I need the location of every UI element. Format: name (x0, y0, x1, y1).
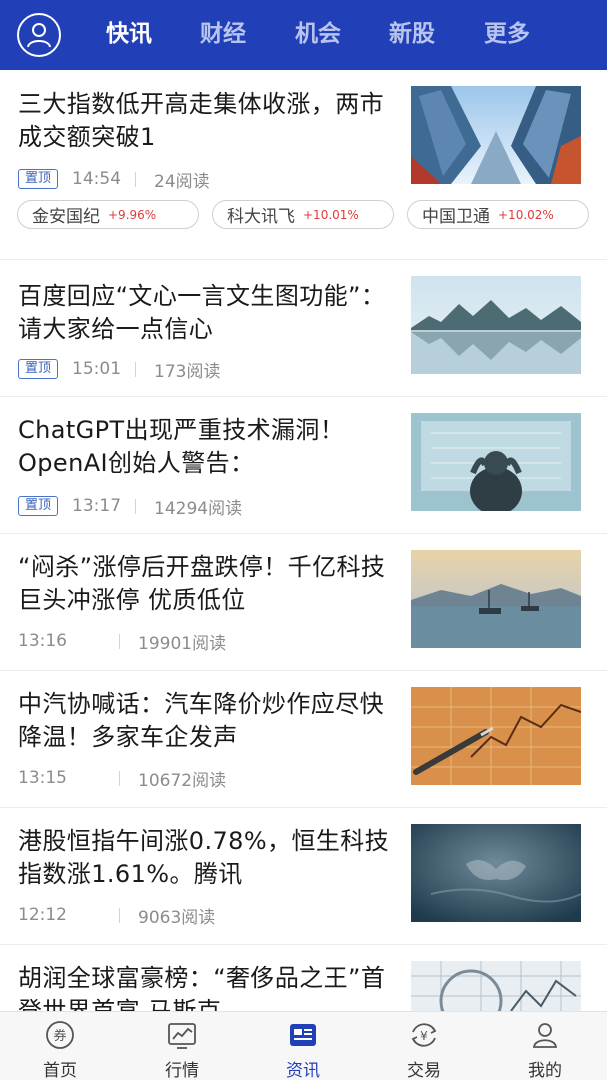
news-meta: 置顶 14:54 24阅读 (18, 168, 210, 192)
pinned-badge: 置顶 (18, 169, 59, 189)
stock-change: +10.02% (498, 207, 554, 222)
meta-divider (119, 907, 120, 923)
news-title[interactable]: 中汽协喊话：汽车降价炒作应尽快降温！多家车企发声 (18, 688, 394, 754)
news-icon (290, 1024, 316, 1046)
skyscrapers-image[interactable] (411, 86, 581, 184)
nav-home[interactable]: 券 首页 (20, 1012, 100, 1080)
tab-jihui[interactable]: 机会 (295, 19, 341, 49)
category-tabs: 快讯 财经 机会 新股 更多 (0, 0, 607, 70)
news-meta: 13:16 19901阅读 (18, 630, 227, 654)
news-title[interactable]: 港股恒指午间涨0.78%，恒生科技指数涨1.61%。腾讯 (18, 825, 394, 891)
nav-news[interactable]: 资讯 (263, 1012, 343, 1080)
news-meta: 13:15 10672阅读 (18, 767, 227, 791)
news-time: 15:01 (72, 359, 122, 379)
news-time: 13:16 (18, 631, 67, 651)
news-item[interactable]: 中汽协喊话：汽车降价炒作应尽快降温！多家车企发声 13:15 10672阅读 (0, 671, 607, 808)
news-time: 12:12 (18, 905, 67, 925)
stock-chip[interactable]: 中国卫通 +10.02% (407, 200, 589, 229)
bottom-nav: 券 首页 行情 资讯 ¥ 交易 我的 (0, 1011, 607, 1080)
nav-label: 首页 (43, 1061, 77, 1080)
news-title[interactable]: ChatGPT出现严重技术漏洞！OpenAI创始人警告： (18, 414, 394, 480)
stock-change: +10.01% (303, 207, 359, 222)
meta-divider (135, 498, 137, 514)
news-time: 13:15 (18, 768, 67, 788)
nav-label: 资讯 (286, 1061, 320, 1080)
news-item[interactable]: 百度回应“文心一言文生图功能”：请大家给一点信心 置顶 15:01 173阅读 (0, 260, 607, 397)
nav-market[interactable]: 行情 (142, 1012, 222, 1080)
news-feed[interactable]: 三大指数低开高走集体收涨，两市成交额突破1 置顶 14:54 24阅读 金安国纪… (0, 70, 607, 1011)
chart-icon (168, 1023, 196, 1049)
news-item[interactable]: 三大指数低开高走集体收涨，两市成交额突破1 置顶 14:54 24阅读 金安国纪… (0, 70, 607, 260)
user-icon (532, 1023, 558, 1048)
news-reads: 9063阅读 (138, 907, 216, 928)
svg-text:券: 券 (53, 1028, 66, 1044)
man-screen-image[interactable] (411, 413, 581, 511)
tab-xingu[interactable]: 新股 (389, 19, 435, 49)
news-item[interactable]: “闷杀”涨停后开盘跌停！千亿科技巨头冲涨停 优质低位 13:16 19901阅读 (0, 534, 607, 671)
nav-label: 行情 (165, 1061, 199, 1080)
coupon-icon: 券 (46, 1021, 74, 1049)
news-meta: 置顶 15:01 173阅读 (18, 358, 221, 382)
related-stocks: 金安国纪 +9.96% 科大讯飞 +10.01% 中国卫通 +10.02% (17, 200, 597, 229)
news-title[interactable]: “闷杀”涨停后开盘跌停！千亿科技巨头冲涨停 优质低位 (18, 551, 394, 617)
pinned-badge: 置顶 (18, 496, 59, 516)
stock-name: 中国卫通 (422, 207, 490, 227)
magnifier-chart-image[interactable] (411, 961, 581, 1011)
stock-chip[interactable]: 科大讯飞 +10.01% (212, 200, 394, 229)
tab-gengduo[interactable]: 更多 (484, 19, 530, 49)
nav-mine[interactable]: 我的 (505, 1012, 585, 1080)
news-title[interactable]: 胡润全球富豪榜：“奢侈品之王”首登世界首富 马斯克 (18, 962, 394, 1011)
news-meta: 12:12 9063阅读 (18, 904, 216, 928)
tab-caijing[interactable]: 财经 (200, 19, 246, 49)
news-reads: 14294阅读 (154, 498, 243, 519)
stock-name: 科大讯飞 (227, 207, 295, 227)
nav-label: 我的 (528, 1061, 562, 1080)
news-time: 14:54 (72, 169, 122, 189)
stock-change: +9.96% (108, 207, 157, 222)
meta-divider (135, 361, 137, 377)
nav-label: 交易 (407, 1061, 441, 1080)
pinned-badge: 置顶 (18, 359, 59, 379)
meta-divider (119, 770, 120, 786)
lake-mountains-image[interactable] (411, 276, 581, 374)
water-texture-image[interactable] (411, 824, 581, 922)
stock-name: 金安国纪 (32, 207, 100, 227)
news-time: 13:17 (72, 496, 122, 516)
news-item[interactable]: 港股恒指午间涨0.78%，恒生科技指数涨1.61%。腾讯 12:12 9063阅… (0, 808, 607, 945)
news-reads: 10672阅读 (138, 770, 227, 791)
svg-text:¥: ¥ (420, 1029, 428, 1043)
news-item[interactable]: ChatGPT出现严重技术漏洞！OpenAI创始人警告： 置顶 13:17 14… (0, 397, 607, 534)
news-reads: 173阅读 (154, 361, 221, 382)
news-reads: 19901阅读 (138, 633, 227, 654)
news-item[interactable]: 胡润全球富豪榜：“奢侈品之王”首登世界首富 马斯克 (0, 945, 607, 1011)
news-title[interactable]: 三大指数低开高走集体收涨，两市成交额突破1 (18, 88, 394, 154)
news-title[interactable]: 百度回应“文心一言文生图功能”：请大家给一点信心 (18, 280, 394, 346)
nav-trade[interactable]: ¥ 交易 (384, 1012, 464, 1080)
yen-exchange-icon: ¥ (411, 1023, 437, 1047)
stock-chip[interactable]: 金安国纪 +9.96% (17, 200, 199, 229)
top-header: 快讯 财经 机会 新股 更多 (0, 0, 607, 70)
meta-divider (119, 633, 120, 649)
tab-kuaixun[interactable]: 快讯 (106, 19, 152, 49)
pen-chart-image[interactable] (411, 687, 581, 785)
sea-boats-image[interactable] (411, 550, 581, 648)
news-reads: 24阅读 (154, 171, 210, 192)
meta-divider (135, 171, 137, 187)
news-meta: 置顶 13:17 14294阅读 (18, 495, 243, 519)
